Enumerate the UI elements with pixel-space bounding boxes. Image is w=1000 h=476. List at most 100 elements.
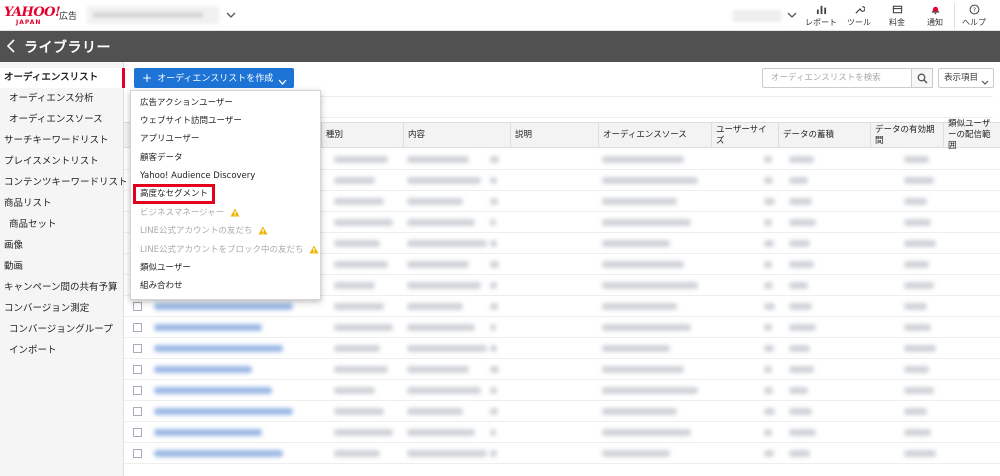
header-type[interactable]: 種別 [321,123,403,148]
header-user-size[interactable]: ユーザーサイズ [711,123,778,148]
row-cell [334,450,380,457]
row-checkbox[interactable] [133,386,142,395]
sidebar-item-product-set[interactable]: 商品セット [0,215,124,235]
nav-help-label: ヘルプ [962,18,986,27]
sidebar-item-product-list[interactable]: 商品リスト [0,194,124,214]
menu-item-website-visitors[interactable]: ウェブサイト訪問ユーザー [131,112,320,130]
sidebar-item-audience-source[interactable]: オーディエンスソース [0,110,124,130]
sidebar-item-conversion-group[interactable]: コンバージョングループ [0,320,124,340]
row-checkbox[interactable] [133,407,142,416]
sidebar-item-conversion-tracking[interactable]: コンバージョン測定 [0,299,124,319]
search-button[interactable] [911,68,933,88]
menu-item-customer-data[interactable]: 顧客データ [131,149,320,167]
nav-tools[interactable]: ツール [840,2,878,30]
row-checkbox[interactable] [133,449,142,458]
nav-notifications[interactable]: 通知 [916,2,954,30]
row-cell [407,429,476,436]
row-checkbox[interactable] [133,428,142,437]
row-checkbox[interactable] [133,344,142,353]
highlight-box [133,184,215,204]
row-name-link[interactable] [154,345,283,352]
sidebar-item-videos[interactable]: 動画 [0,257,124,277]
sidebar-item-shared-budget[interactable]: キャンペーン間の共有予算 [0,278,124,298]
row-name-link[interactable] [154,387,273,394]
search-input[interactable]: オーディエンスリストを検索 [762,68,912,88]
row-cell [334,429,393,436]
header-audience-source[interactable]: オーディエンスソース [598,123,711,148]
sidebar-item-audience-list[interactable]: オーディエンスリスト [0,68,125,88]
table-row[interactable] [124,317,1000,338]
page-header: ライブラリー [0,31,1000,62]
top-bar: YAHOO! JAPAN 広告 レポート ツール 料金 通知 ? ヘルプ [0,0,1000,31]
row-cell [904,240,937,247]
row-cell [789,156,814,163]
row-cell [789,198,812,205]
header-data-accumulation[interactable]: データの蓄積 [778,123,870,148]
table-row[interactable] [124,401,1000,422]
sidebar-item-audience-analysis[interactable]: オーディエンス分析 [0,89,124,109]
table-row[interactable] [124,380,1000,401]
row-cell [490,240,498,247]
account-selector[interactable] [87,6,219,24]
nav-report[interactable]: レポート [802,2,840,30]
row-name-link[interactable] [154,429,262,436]
sidebar-item-placement-list[interactable]: プレイスメントリスト [0,152,124,172]
menu-item-ad-action-users[interactable]: 広告アクションユーザー [131,94,320,112]
row-cell [334,366,389,373]
nav-billing-label: 料金 [889,18,905,27]
row-cell [602,324,692,331]
row-cell [789,408,812,415]
table-row[interactable] [124,443,1000,464]
row-cell [602,177,699,184]
table-row[interactable] [124,338,1000,359]
header-content[interactable]: 内容 [403,123,510,148]
row-name-link[interactable] [154,303,294,310]
row-cell [764,387,774,394]
row-name-link[interactable] [154,366,252,373]
chevron-down-icon[interactable] [786,10,798,20]
row-cell [490,345,498,352]
row-cell [602,261,684,268]
row-cell [764,156,772,163]
menu-item-line-friends-label: LINE公式アカウントの友だち [140,226,253,236]
row-name-link[interactable] [154,450,283,457]
header-description[interactable]: 説明 [510,123,598,148]
bar-chart-icon [802,4,840,18]
nav-billing[interactable]: 料金 [878,2,916,30]
menu-item-line-friends: LINE公式アカウントの友だち [131,222,320,240]
header-lookalike-range[interactable]: 類似ユーザーの配信範囲 [943,119,1000,151]
menu-item-audience-discovery[interactable]: Yahoo! Audience Discovery [131,167,320,185]
row-checkbox[interactable] [133,302,142,311]
table-row[interactable] [124,359,1000,380]
chevron-down-icon[interactable] [225,10,237,20]
row-cell [904,303,927,310]
user-selector[interactable] [733,10,781,22]
row-cell [789,303,812,310]
row-name-link[interactable] [154,408,294,415]
table-row[interactable] [124,422,1000,443]
row-cell [789,345,810,352]
yahoo-ads-logo[interactable]: YAHOO! JAPAN 広告 [4,5,82,27]
nav-help[interactable]: ? ヘルプ [955,2,993,30]
create-audience-list-label: オーディエンスリストを作成 [157,74,274,84]
row-checkbox[interactable] [133,323,142,332]
row-cell [789,177,808,184]
row-cell [334,177,376,184]
sidebar-item-content-keyword-list[interactable]: コンテンツキーワードリスト [0,173,128,193]
menu-item-line-blocked-friends: LINE公式アカウントをブロック中の友だち [131,241,320,259]
menu-item-lookalike-users[interactable]: 類似ユーザー [131,259,320,277]
display-columns-button[interactable]: 表示項目 [938,68,994,88]
back-arrow-icon[interactable] [6,39,16,53]
sidebar-item-import[interactable]: インポート [0,341,124,361]
row-name-link[interactable] [154,324,262,331]
row-cell [904,219,932,226]
sidebar-item-images[interactable]: 画像 [0,236,124,256]
menu-item-app-users[interactable]: アプリユーザー [131,130,320,148]
wrench-icon [840,4,878,18]
header-data-validity[interactable]: データの有効期間 [870,123,943,148]
row-cell [602,198,677,205]
create-audience-list-button[interactable]: + オーディエンスリストを作成 [134,68,294,88]
row-checkbox[interactable] [133,365,142,374]
sidebar-item-search-keyword-list[interactable]: サーチキーワードリスト [0,131,124,151]
menu-item-combination[interactable]: 組み合わせ [131,277,320,295]
